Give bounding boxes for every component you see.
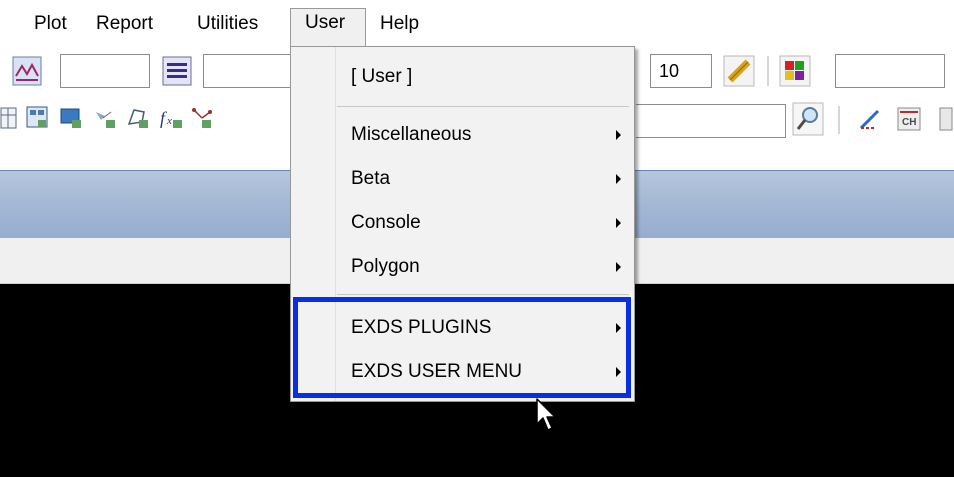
- menu-separator: [337, 106, 629, 107]
- menu-report[interactable]: Report: [92, 10, 157, 44]
- menu-plot[interactable]: Plot: [30, 10, 71, 44]
- menu-item-label: Beta: [351, 168, 391, 189]
- submenu-arrow-icon: [616, 218, 621, 228]
- grid-tool-icon[interactable]: [0, 106, 18, 130]
- menu-item-label: Polygon: [351, 256, 420, 277]
- menu-utilities[interactable]: Utilities: [193, 10, 262, 44]
- menu-item-console[interactable]: Console: [291, 201, 634, 245]
- toolbar-separator: [767, 56, 769, 86]
- satellite-tool-icon[interactable]: [93, 106, 117, 130]
- polygon-tool-icon[interactable]: [126, 106, 150, 130]
- highlight-box: [293, 297, 631, 398]
- menu-item-miscellaneous[interactable]: Miscellaneous: [291, 113, 634, 157]
- magnifier-icon[interactable]: [792, 102, 824, 136]
- toolbar-search-input[interactable]: [636, 104, 786, 138]
- menu-bar: Plot Report Utilities User Help: [0, 0, 954, 48]
- chart-label-icon[interactable]: CH: [896, 106, 922, 132]
- network-tool-icon[interactable]: [190, 106, 214, 130]
- layers-list-icon[interactable]: [162, 56, 192, 86]
- menu-item-label: Console: [351, 212, 421, 233]
- profile-icon[interactable]: [12, 56, 42, 86]
- function-tool-icon[interactable]: f x: [158, 106, 184, 130]
- ruler-icon[interactable]: [722, 54, 756, 88]
- menu-user[interactable]: User: [290, 8, 366, 48]
- layer-tool-icon[interactable]: [60, 106, 84, 130]
- menu-header-label: [ User ]: [351, 66, 413, 87]
- menu-separator: [337, 294, 629, 295]
- submenu-arrow-icon: [616, 130, 621, 140]
- edit-line-icon[interactable]: [858, 106, 884, 132]
- partial-tool-icon[interactable]: [938, 106, 954, 132]
- menu-item-beta[interactable]: Beta: [291, 157, 634, 201]
- zoom-input[interactable]: 10: [650, 54, 712, 88]
- toolbar-input-2[interactable]: [203, 54, 291, 88]
- color-grid-icon[interactable]: [778, 54, 812, 88]
- submenu-arrow-icon: [616, 174, 621, 184]
- submenu-arrow-icon: [616, 262, 621, 272]
- menu-header-user[interactable]: [ User ]: [291, 55, 634, 99]
- toolbar-separator: [838, 106, 840, 134]
- mouse-cursor-icon: [536, 398, 556, 431]
- table-tool-icon[interactable]: [26, 106, 50, 130]
- svg-text:CH: CH: [902, 117, 916, 128]
- toolbar-input-3[interactable]: [835, 54, 945, 88]
- svg-text:x: x: [166, 115, 172, 127]
- toolbar-input-1[interactable]: [60, 54, 150, 88]
- menu-item-polygon[interactable]: Polygon: [291, 245, 634, 289]
- menu-item-label: Miscellaneous: [351, 124, 472, 145]
- menu-help[interactable]: Help: [376, 10, 423, 44]
